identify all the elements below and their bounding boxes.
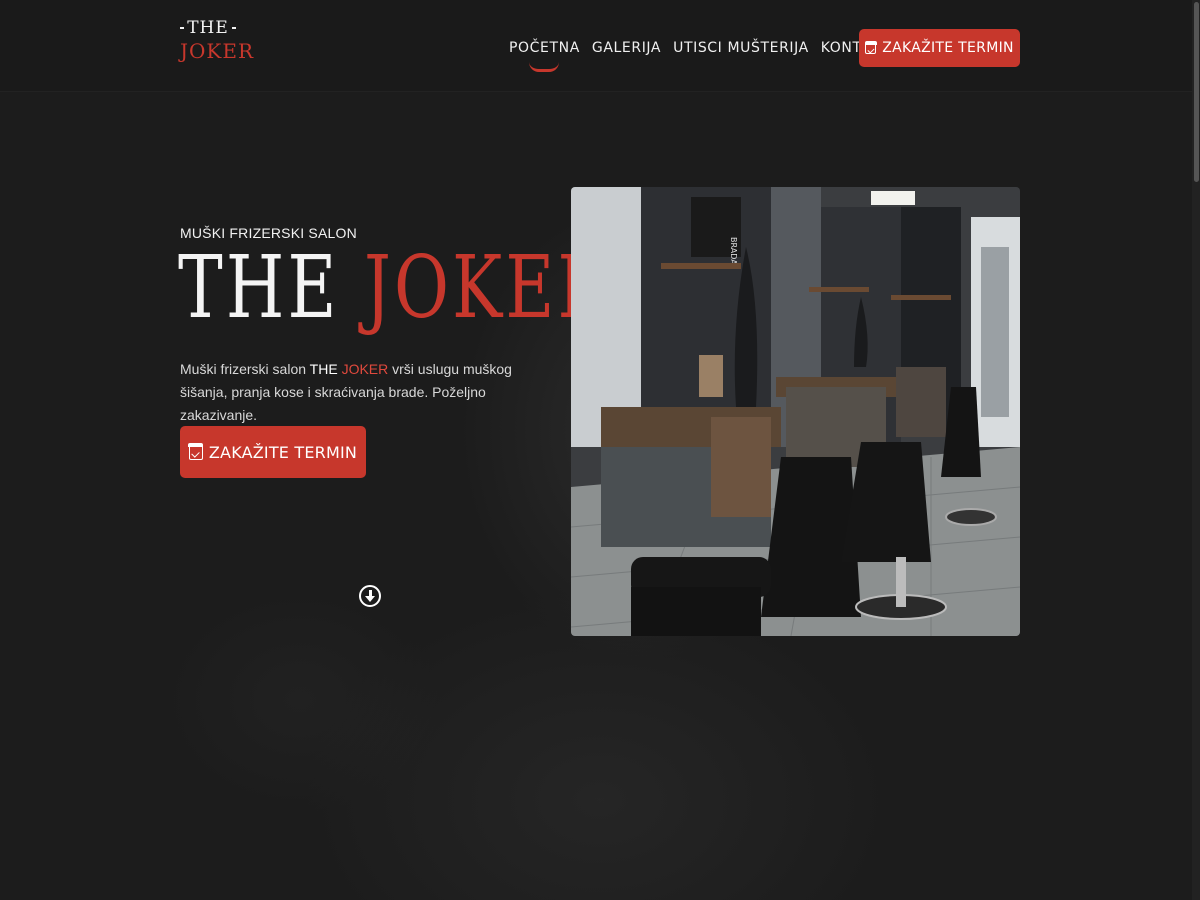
nav-item-galerija[interactable]: GALERIJA: [592, 28, 661, 68]
desc-brand-joker: JOKER: [341, 361, 389, 377]
scroll-down-icon[interactable]: [359, 585, 381, 607]
calendar-check-icon: [188, 443, 204, 460]
hero-title-the: THE: [178, 238, 340, 338]
nav-item-pocetna[interactable]: POČETNA: [509, 28, 580, 72]
scrollbar-thumb[interactable]: [1194, 2, 1199, 182]
header-book-label: ZAKAŽITE TERMIN: [882, 40, 1014, 56]
logo-joker: JOKER: [180, 39, 255, 63]
hero-description: Muški frizerski salon THE JOKER vrši usl…: [180, 361, 512, 423]
main-nav: POČETNA GALERIJA UTISCI MUŠTERIJA KONTAK…: [509, 28, 901, 72]
header-book-button[interactable]: ZAKAŽITE TERMIN: [859, 29, 1020, 67]
nav-item-utisci-musterija[interactable]: UTISCI MUŠTERIJA: [673, 28, 809, 68]
hero-book-button[interactable]: ZAKAŽITE TERMIN: [180, 426, 366, 478]
site-header: THE JOKER POČETNA GALERIJA UTISCI MUŠTER…: [0, 0, 1200, 92]
barber-salon-illustration: BRADA: [571, 187, 1020, 636]
logo-the: THE: [187, 18, 229, 38]
desc-brand-the: THE: [309, 361, 338, 377]
page-scrollbar[interactable]: [1192, 0, 1200, 900]
hero-title: THE JOKER: [178, 238, 611, 338]
calendar-check-icon: [864, 41, 877, 54]
salon-photo: BRADA: [571, 187, 1020, 636]
hero-book-label: ZAKAŽITE TERMIN: [208, 442, 358, 462]
logo[interactable]: THE JOKER: [180, 18, 255, 70]
photo-sign-brada: BRADA: [729, 237, 738, 265]
active-smile-indicator: [529, 62, 560, 72]
